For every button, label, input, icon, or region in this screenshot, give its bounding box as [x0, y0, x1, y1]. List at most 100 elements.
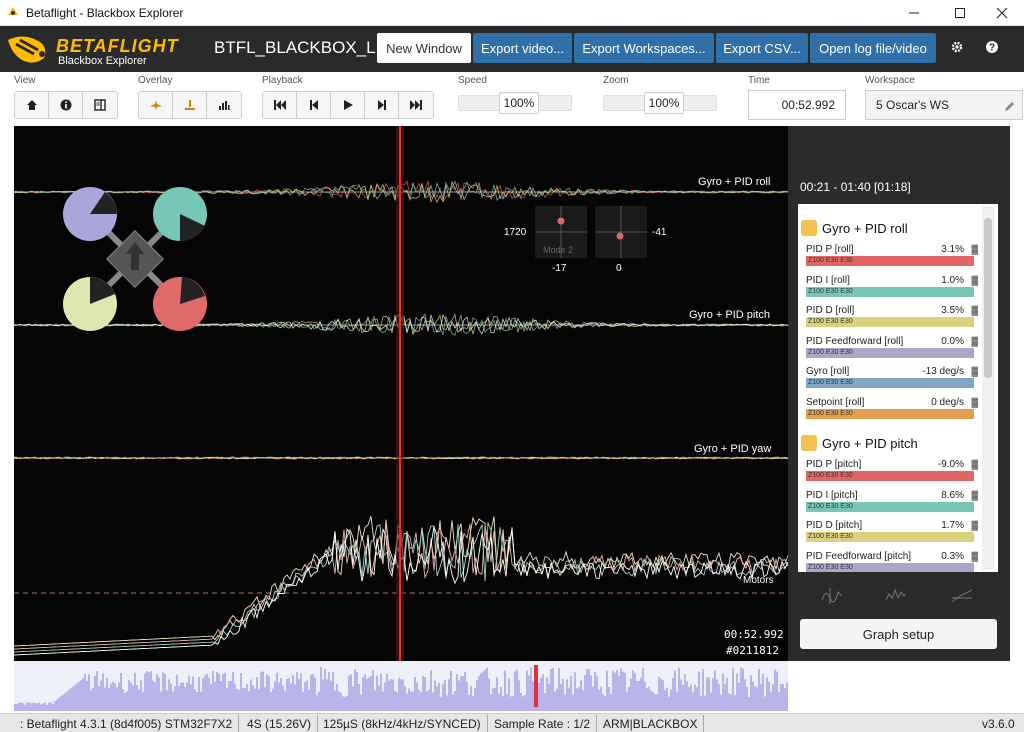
analyser-overlay-button[interactable] [207, 92, 241, 118]
analyser-icon[interactable]: ▓ [971, 459, 978, 469]
scrollbar-thumb[interactable] [984, 218, 992, 378]
help-button[interactable]: ? [981, 36, 1003, 58]
analyser-icon[interactable]: ▓ [971, 366, 978, 376]
timeline-bar [780, 683, 782, 711]
graph-icon-3[interactable] [950, 586, 974, 606]
timeline-bar [406, 693, 408, 711]
field-color-bar: Z100 E30 E30 [806, 317, 974, 327]
close-button[interactable] [980, 0, 1024, 26]
playback-label: Playback [262, 75, 303, 86]
analyser-icon[interactable]: ▓ [971, 520, 978, 530]
timeline-bar [618, 676, 620, 711]
timeline-bar [768, 682, 770, 711]
timeline-bar [306, 680, 308, 711]
field-row[interactable]: PID P [roll] 3.1% ▓ Z100 E30 E30 [806, 244, 978, 272]
field-panel: 00:21 - 01:40 [01:18] Gyro + PID roll PI… [788, 126, 1010, 661]
field-row[interactable]: PID Feedforward [pitch] 0.3% ▓ Z100 E30 E30 [806, 551, 978, 572]
analyser-icon[interactable]: ▓ [971, 397, 978, 407]
zoom-value[interactable]: 100% [644, 92, 684, 114]
home-button[interactable] [15, 92, 49, 118]
maximize-button[interactable] [938, 0, 982, 26]
field-row[interactable]: Gyro [roll] -13 deg/s ▓ Z100 E30 E30 [806, 366, 978, 394]
craft-overlay-button[interactable] [139, 92, 173, 118]
timeline-bar [438, 682, 440, 711]
field-name: PID D [pitch] [806, 520, 863, 531]
graph-icon-1[interactable] [820, 586, 844, 606]
sticks-overlay-button[interactable] [173, 92, 207, 118]
step-back-button[interactable] [297, 92, 331, 118]
timeline-bar [422, 675, 424, 711]
timeline-bar [634, 673, 636, 711]
timeline-overview[interactable] [14, 661, 788, 711]
panel-toggle-button[interactable] [83, 92, 117, 118]
timeline-bar [220, 681, 222, 711]
field-row[interactable]: PID Feedforward [roll] 0.0% ▓ Z100 E30 E30 [806, 336, 978, 364]
maximize-icon [955, 8, 965, 18]
analyser-icon[interactable]: ▓ [971, 551, 978, 561]
timeline-bar [444, 679, 446, 711]
field-color-bar: Z100 E30 E30 [806, 286, 974, 297]
timeline-bar [488, 678, 490, 711]
timeline-bar [214, 681, 216, 711]
timeline-bar [316, 695, 318, 711]
home-icon [26, 100, 37, 110]
new-window-button[interactable]: New Window [377, 33, 471, 63]
field-row[interactable]: Setpoint [roll] 0 deg/s ▓ Z100 E30 E30 [806, 396, 978, 425]
analyser-icon[interactable]: ▓ [971, 305, 978, 315]
panel-icon [94, 99, 106, 111]
timeline-bar [88, 674, 90, 711]
field-color-bar: Z100 E30 E30 [806, 501, 974, 512]
step-forward-button[interactable] [365, 92, 399, 118]
open-log-button[interactable]: Open log file/video [810, 33, 936, 63]
export-csv-button[interactable]: Export CSV... [716, 33, 808, 63]
timeline-bar [564, 694, 566, 711]
timeline-bar [442, 683, 444, 711]
timeline-bar [776, 671, 778, 711]
play-button[interactable] [331, 92, 365, 118]
stick-mode: Mode 2 [543, 245, 574, 255]
export-workspaces-button[interactable]: Export Workspaces... [574, 33, 714, 63]
group-header-pitch[interactable]: Gyro + PID pitch [801, 432, 918, 454]
timeline-cursor[interactable] [534, 665, 538, 707]
timeline-bar [248, 691, 250, 711]
speed-value[interactable]: 100% [499, 92, 539, 114]
field-list[interactable]: Gyro + PID roll PID P [roll] 3.1% ▓ Z100 E3… [798, 204, 998, 572]
timeline-bar [292, 675, 294, 711]
timeline-bar [258, 689, 260, 711]
time-input[interactable]: 00:52.992 [748, 90, 846, 120]
field-row[interactable]: PID P [pitch] -9.0% ▓ Z100 E30 E30 [806, 459, 978, 487]
timeline-bar [146, 671, 148, 711]
timeline-bar [706, 677, 708, 711]
settings-button[interactable] [946, 36, 968, 58]
graph-setup-button[interactable]: Graph setup [800, 619, 997, 649]
analyser-icon[interactable]: ▓ [971, 244, 978, 254]
minimize-button[interactable] [892, 0, 936, 26]
timeline-bar [26, 702, 28, 711]
timeline-bar [128, 680, 130, 711]
timeline-bar [526, 670, 528, 711]
workspace-select[interactable]: 5 Oscar's WS [865, 90, 1023, 120]
graph-icon-2[interactable] [884, 586, 908, 606]
field-row[interactable]: PID D [roll] 3.5% ▓ Z100 E30 E30 [806, 305, 978, 333]
timeline-bar [462, 676, 464, 711]
timeline-bar [560, 684, 562, 711]
jump-start-button[interactable] [263, 92, 297, 118]
field-row[interactable]: PID D [pitch] 1.7% ▓ Z100 E30 E30 [806, 520, 978, 548]
info-button[interactable] [49, 92, 83, 118]
group-header-roll[interactable]: Gyro + PID roll [801, 217, 908, 239]
log-graph[interactable]: 1720 -17 -41 0 Mode 2 Gyro + PID roll Gy… [14, 126, 788, 661]
timeline-bar [70, 688, 72, 711]
analyser-icon[interactable]: ▓ [971, 336, 978, 346]
timeline-bar [446, 695, 448, 711]
analyser-icon[interactable]: ▓ [971, 490, 978, 500]
jump-end-button[interactable] [399, 92, 433, 118]
analyser-icon[interactable]: ▓ [971, 275, 978, 285]
timeline-bar [272, 688, 274, 711]
field-name: Setpoint [roll] [806, 396, 865, 408]
timeline-bar [610, 693, 612, 711]
export-video-button[interactable]: Export video... [473, 33, 572, 63]
field-row[interactable]: PID I [roll] 1.0% ▓ Z100 E30 E30 [806, 275, 978, 303]
timeline-bar [376, 675, 378, 711]
field-row[interactable]: PID I [pitch] 8.6% ▓ Z100 E30 E30 [806, 490, 978, 518]
timeline-bar [14, 703, 16, 711]
